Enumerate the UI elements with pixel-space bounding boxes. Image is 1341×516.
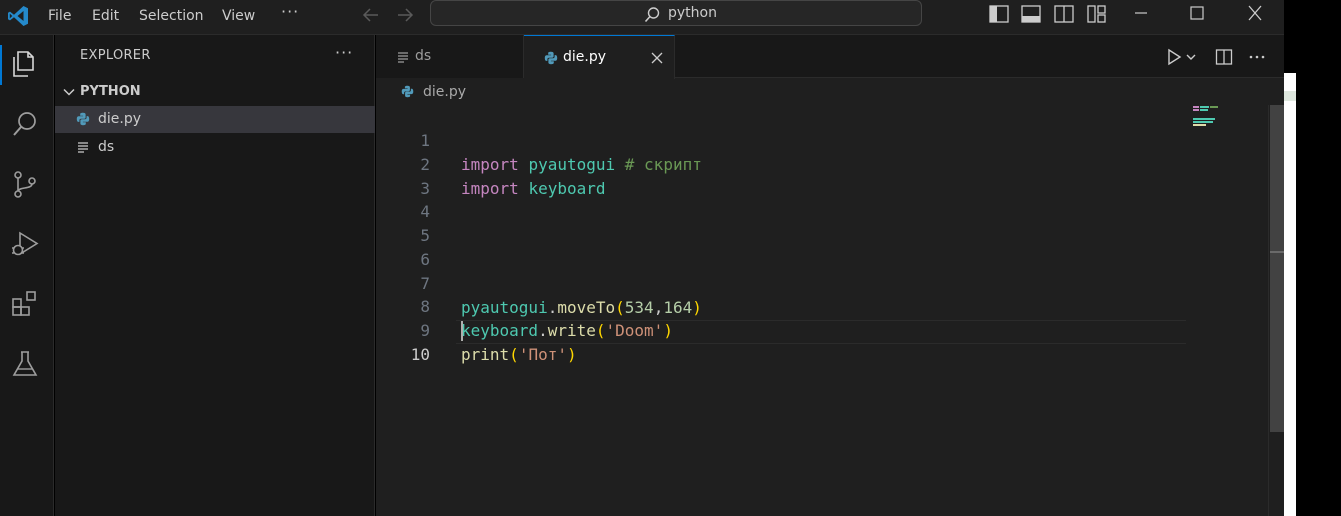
minimap-line bbox=[1193, 118, 1215, 120]
python-file-icon bbox=[544, 51, 558, 65]
breadcrumb[interactable]: die.py bbox=[376, 79, 1284, 105]
text-file-icon bbox=[398, 52, 408, 63]
minimap-line bbox=[1193, 106, 1199, 108]
code-function: print bbox=[461, 345, 510, 364]
minimap-line bbox=[1200, 106, 1209, 108]
breadcrumb-file: die.py bbox=[423, 84, 467, 100]
code-line: 4 bbox=[376, 176, 1186, 221]
folder-python[interactable]: PYTHON bbox=[55, 81, 375, 103]
code-line: 7 pyautogui.moveTo(534,164) bbox=[376, 248, 1186, 317]
code-line: 9 print('Пот') bbox=[376, 295, 1186, 364]
more-actions-icon[interactable] bbox=[1248, 48, 1266, 66]
minimap-line bbox=[1200, 109, 1208, 111]
text-cursor bbox=[461, 321, 463, 341]
code-line: 1 import pyautogui # скрипт bbox=[376, 105, 1186, 174]
code-bracket: ( bbox=[509, 345, 519, 364]
active-indicator bbox=[0, 45, 2, 85]
maximize-icon[interactable] bbox=[1187, 4, 1207, 22]
python-file-icon bbox=[76, 112, 90, 126]
code-line: 5 bbox=[376, 200, 1186, 245]
menu-view[interactable]: View bbox=[222, 5, 255, 27]
code-line: 3 bbox=[376, 153, 1186, 198]
explorer-more-button[interactable]: ··· bbox=[335, 43, 353, 62]
tab-label: ds bbox=[415, 48, 432, 64]
minimap-line bbox=[1210, 106, 1218, 108]
cursor-position-marker bbox=[1270, 251, 1284, 253]
tab-label: die.py bbox=[563, 49, 607, 65]
testing-icon[interactable] bbox=[9, 348, 41, 380]
minimap[interactable] bbox=[1191, 105, 1267, 516]
forward-arrow-icon[interactable] bbox=[394, 4, 416, 26]
customize-layout-icon[interactable] bbox=[1087, 5, 1107, 23]
code-line: 8 keyboard.write('Doom') bbox=[376, 271, 1186, 340]
file-label: die.py bbox=[98, 111, 142, 127]
minimap-line bbox=[1193, 124, 1206, 126]
vscode-logo-icon bbox=[8, 6, 28, 26]
scroll-thumb[interactable] bbox=[1270, 105, 1284, 432]
back-arrow-icon[interactable] bbox=[360, 4, 382, 26]
code-bracket: ) bbox=[566, 345, 577, 364]
run-python-file-icon[interactable] bbox=[1165, 48, 1183, 66]
tab-ds[interactable]: ds bbox=[376, 35, 524, 78]
minimap-line bbox=[1193, 109, 1199, 111]
menu-file[interactable]: File bbox=[48, 5, 71, 27]
close-window-icon[interactable] bbox=[1245, 4, 1265, 22]
split-editor-icon[interactable] bbox=[1215, 48, 1233, 66]
toggle-panel-icon[interactable] bbox=[1021, 5, 1041, 23]
code-string: 'Пот' bbox=[518, 345, 567, 364]
command-center-label: python bbox=[668, 5, 717, 21]
search-icon bbox=[644, 7, 660, 23]
search-icon[interactable] bbox=[9, 108, 41, 140]
text-file-icon bbox=[78, 142, 88, 153]
code-line: 10 bbox=[376, 319, 1186, 364]
run-options-chevron-icon[interactable] bbox=[1185, 48, 1197, 66]
tab-die-py[interactable]: die.py bbox=[524, 35, 675, 79]
code-line: 2 import keyboard bbox=[376, 129, 1186, 198]
close-icon[interactable] bbox=[651, 52, 663, 64]
minimap-line bbox=[1193, 121, 1213, 123]
explorer-title: EXPLORER bbox=[80, 48, 151, 63]
tab-bar: ds die.py bbox=[376, 35, 1284, 79]
folder-label: PYTHON bbox=[80, 84, 141, 99]
chevron-down-icon bbox=[63, 88, 75, 96]
background-window-strip bbox=[1284, 91, 1296, 101]
code-line: 6 bbox=[376, 224, 1186, 269]
editor-area: ds die.py die.py 1 import pyautogui # ск… bbox=[376, 35, 1284, 516]
toggle-primary-sidebar-icon[interactable] bbox=[989, 5, 1009, 23]
title-bar: File Edit Selection View ··· python bbox=[0, 0, 1284, 35]
menu-selection[interactable]: Selection bbox=[139, 5, 204, 27]
line-number: 10 bbox=[410, 345, 430, 364]
explorer-icon[interactable] bbox=[9, 48, 41, 80]
extensions-icon[interactable] bbox=[9, 288, 41, 320]
toggle-secondary-sidebar-icon[interactable] bbox=[1054, 5, 1074, 23]
command-center-search[interactable]: python bbox=[430, 0, 922, 26]
activity-bar bbox=[0, 35, 54, 516]
vertical-scrollbar[interactable] bbox=[1268, 105, 1284, 516]
file-label: ds bbox=[98, 139, 115, 155]
background-window-panel bbox=[1284, 73, 1296, 516]
run-debug-icon[interactable] bbox=[9, 228, 41, 260]
file-item-die-py[interactable]: die.py bbox=[55, 106, 375, 133]
menu-more-button[interactable]: ··· bbox=[281, 2, 299, 21]
source-control-icon[interactable] bbox=[9, 168, 41, 200]
minimize-icon[interactable] bbox=[1131, 4, 1151, 22]
file-item-ds[interactable]: ds bbox=[55, 134, 375, 161]
menu-edit[interactable]: Edit bbox=[92, 5, 119, 27]
explorer-sidebar: EXPLORER ··· PYTHON die.py ds bbox=[55, 35, 375, 516]
python-file-icon bbox=[401, 85, 414, 98]
